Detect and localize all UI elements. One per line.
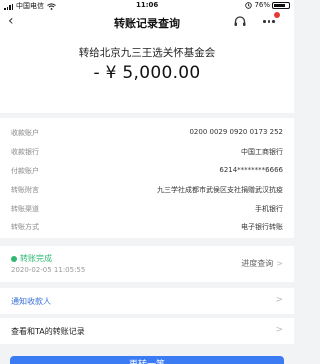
transfer-status: 转账完成 2020-02-05 11:05:55 进度查询 > <box>0 246 294 282</box>
alarm-icon <box>245 1 253 9</box>
transfer-amount: - ¥ 5,000.00 <box>93 63 201 83</box>
transfer-records-row[interactable]: 查看和TA的转账记录 > <box>0 318 294 344</box>
battery-icon <box>272 1 290 9</box>
detail-row-payer-account: 付款账户 6214********6666 <box>11 166 283 178</box>
chevron-right-icon: > <box>275 295 283 305</box>
battery-percent: 76% <box>254 1 270 9</box>
status-left: 中国电信 <box>4 1 56 11</box>
notification-badge <box>273 11 281 19</box>
transfer-details: 收款账户 0200 0029 0920 0173 252 收款银行 中国工商银行… <box>0 118 294 238</box>
detail-label: 转账附言 <box>11 186 39 194</box>
status-timestamp: 2020-02-05 11:05:55 <box>11 266 86 274</box>
notify-payee-label: 通知收款人 <box>11 297 51 306</box>
detail-value: 中国工商银行 <box>241 148 283 156</box>
detail-label: 收款银行 <box>11 148 39 156</box>
detail-row-payee-bank: 收款银行 中国工商银行 <box>11 147 283 159</box>
nav-bar: ‹ 转账记录查询 <box>0 11 294 33</box>
transfer-summary: 转给北京九三王选关怀基金会 - ¥ 5,000.00 <box>0 33 294 113</box>
status-bar: 中国电信 11:06 76% <box>0 0 294 11</box>
status-dot-icon <box>11 256 17 262</box>
wifi-icon <box>47 2 56 10</box>
detail-value: 九三学社成都市武侯区支社捐赠武汉抗疫 <box>157 186 283 194</box>
detail-value: 电子银行转账 <box>241 223 283 231</box>
detail-value: 6214********6666 <box>219 166 283 174</box>
page-title: 转账记录查询 <box>114 17 180 30</box>
detail-row-method: 转账方式 电子银行转账 <box>11 222 283 234</box>
detail-label: 转账方式 <box>11 223 39 231</box>
detail-value: 手机银行 <box>255 205 283 213</box>
detail-value: 0200 0029 0920 0173 252 <box>189 128 283 136</box>
transfer-records-label: 查看和TA的转账记录 <box>11 327 85 336</box>
progress-query-link[interactable]: 进度查询 > <box>241 258 283 269</box>
recipient-name: 转给北京九三王选关怀基金会 <box>78 47 216 59</box>
detail-row-remark: 转账附言 九三学社成都市武侯区支社捐赠武汉抗疫 <box>11 185 283 197</box>
notify-payee-row[interactable]: 通知收款人 > <box>0 288 294 314</box>
battery-fill <box>274 3 285 7</box>
status-label: 转账完成 <box>20 254 52 263</box>
progress-query-label: 进度查询 <box>241 259 274 268</box>
detail-label: 转账渠道 <box>11 205 39 213</box>
status-right: 76% <box>245 1 290 9</box>
detail-row-payee-account: 收款账户 0200 0029 0920 0173 252 <box>11 128 283 140</box>
transfer-again-button[interactable]: 再转一笔 <box>10 356 284 364</box>
carrier-label: 中国电信 <box>16 2 44 10</box>
clock: 11:06 <box>136 1 159 9</box>
chevron-right-icon: > <box>275 325 283 335</box>
detail-label: 付款账户 <box>11 167 39 175</box>
chevron-right-icon: > <box>276 259 283 268</box>
signal-icon <box>4 3 13 10</box>
detail-row-channel: 转账渠道 手机银行 <box>11 204 283 216</box>
headset-icon[interactable] <box>233 15 247 29</box>
detail-label: 收款账户 <box>11 129 39 137</box>
